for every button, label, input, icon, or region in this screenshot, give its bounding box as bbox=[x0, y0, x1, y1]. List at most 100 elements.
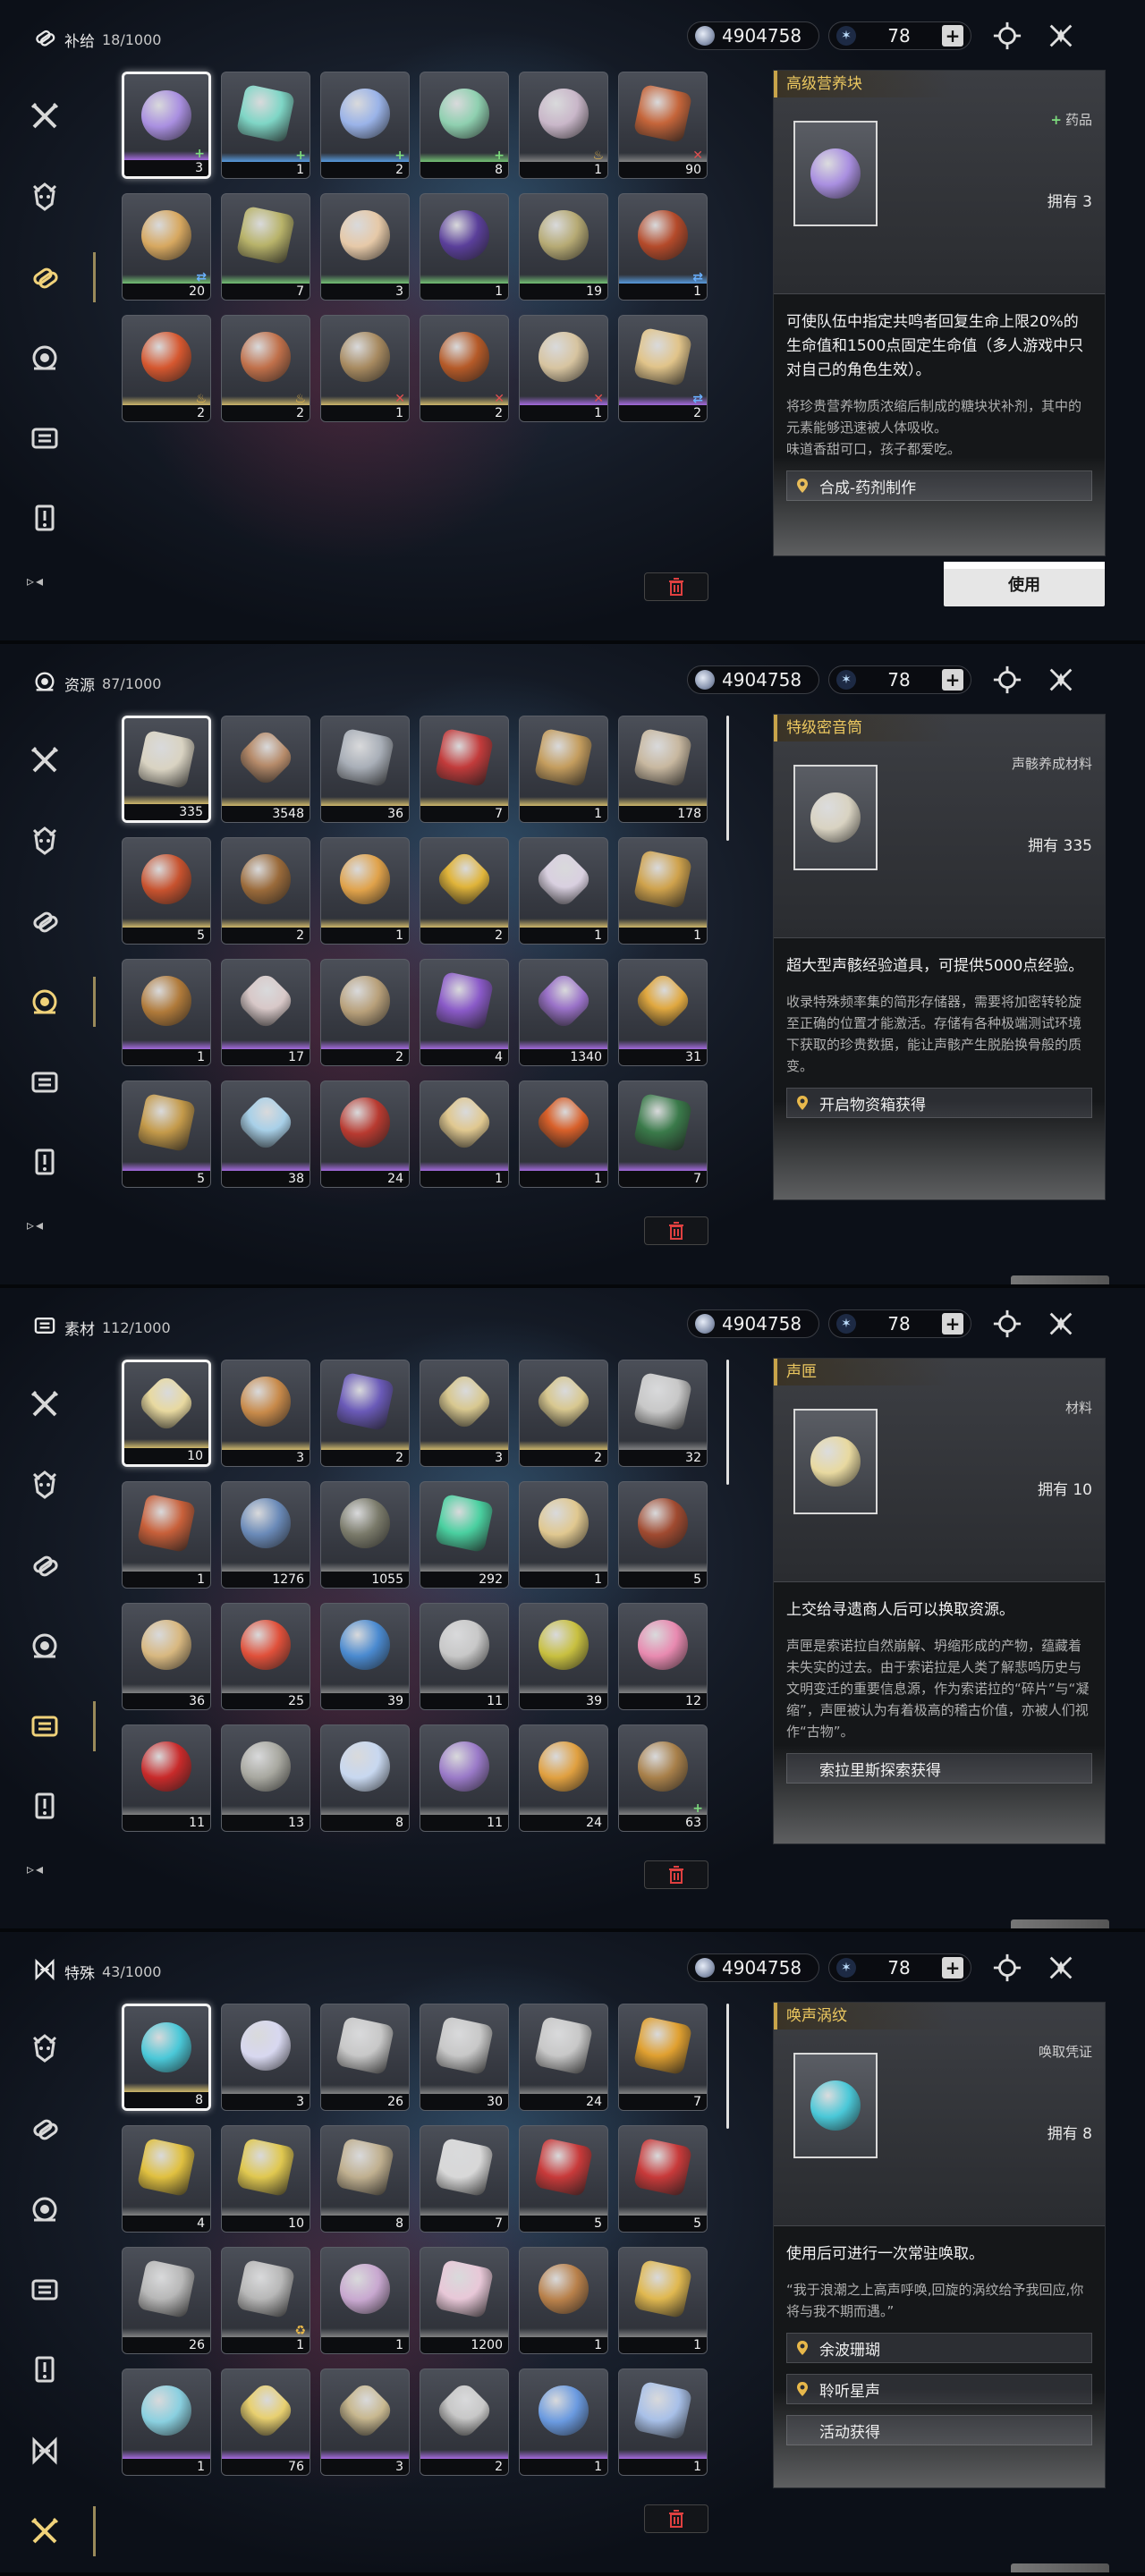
quest-item-nav-icon[interactable] bbox=[25, 1787, 64, 1826]
inventory-item-slot[interactable]: 7 bbox=[221, 193, 310, 301]
inventory-item-slot[interactable]: ♨ 2 bbox=[221, 315, 310, 422]
inventory-item-slot[interactable]: 3 bbox=[420, 1360, 509, 1467]
inventory-item-slot[interactable]: 25 bbox=[221, 1603, 310, 1710]
inventory-item-slot[interactable]: 11 bbox=[420, 1603, 509, 1710]
inventory-item-slot[interactable]: 5 bbox=[122, 837, 211, 945]
inventory-item-slot[interactable]: 32 bbox=[618, 1360, 708, 1467]
inventory-item-slot[interactable]: 2 bbox=[420, 837, 509, 945]
supply-nav-icon[interactable] bbox=[25, 902, 64, 941]
inventory-item-slot[interactable]: 1 bbox=[420, 1080, 509, 1188]
source-entry[interactable]: 开启物资箱获得 bbox=[786, 1088, 1092, 1118]
inventory-item-slot[interactable]: ✕ 90 bbox=[618, 72, 708, 179]
inventory-item-slot[interactable]: +1 bbox=[221, 72, 310, 179]
grid-scrollbar[interactable] bbox=[726, 716, 729, 841]
inventory-item-slot[interactable]: 1 bbox=[618, 837, 708, 945]
echo-nav-icon[interactable] bbox=[25, 177, 64, 216]
material-nav-icon[interactable] bbox=[25, 419, 64, 458]
inventory-item-slot[interactable]: 1 bbox=[618, 2368, 708, 2476]
inventory-item-slot[interactable]: 1 bbox=[519, 2368, 608, 2476]
echo-nav-icon[interactable] bbox=[25, 2029, 64, 2068]
inventory-item-slot[interactable]: ✕ 1 bbox=[320, 315, 410, 422]
inventory-item-slot[interactable]: +63 bbox=[618, 1724, 708, 1832]
source-entry[interactable]: 余波珊瑚 bbox=[786, 2333, 1092, 2363]
inventory-item-slot[interactable]: 19 bbox=[519, 193, 608, 301]
quest-item-nav-icon[interactable] bbox=[25, 499, 64, 538]
inventory-item-slot[interactable]: 1 bbox=[122, 959, 211, 1066]
supply-nav-icon[interactable] bbox=[25, 2109, 64, 2148]
inventory-item-slot[interactable]: 335 bbox=[122, 716, 211, 823]
inventory-item-slot[interactable]: 24 bbox=[519, 2004, 608, 2111]
quest-item-nav-icon[interactable] bbox=[25, 2351, 64, 2390]
inventory-item-slot[interactable]: 8 bbox=[320, 2125, 410, 2233]
inventory-item-slot[interactable]: +3 bbox=[122, 72, 211, 179]
supply-nav-icon[interactable] bbox=[25, 1546, 64, 1585]
weapon-nav-icon[interactable] bbox=[25, 1385, 64, 1424]
weapon-nav-icon[interactable] bbox=[25, 741, 64, 780]
material-nav-icon[interactable] bbox=[25, 1701, 96, 1751]
settings-gear-icon[interactable] bbox=[989, 18, 1025, 54]
inventory-item-slot[interactable]: 11 bbox=[122, 1724, 211, 1832]
close-icon[interactable] bbox=[1043, 1950, 1079, 1986]
inventory-item-slot[interactable]: 1 bbox=[420, 193, 509, 301]
inventory-item-slot[interactable]: 26 bbox=[122, 2247, 211, 2354]
inventory-item-slot[interactable]: 4 bbox=[420, 959, 509, 1066]
inventory-item-slot[interactable]: 1 bbox=[320, 837, 410, 945]
close-icon[interactable] bbox=[1043, 18, 1079, 54]
inventory-item-slot[interactable]: 39 bbox=[519, 1603, 608, 1710]
inventory-item-slot[interactable]: 10 bbox=[122, 1360, 211, 1467]
discard-button[interactable] bbox=[644, 1860, 708, 1889]
inventory-item-slot[interactable]: 3 bbox=[320, 193, 410, 301]
special-nav-icon[interactable] bbox=[25, 2431, 64, 2470]
inventory-item-slot[interactable]: 5 bbox=[519, 2125, 608, 2233]
grid-scrollbar[interactable] bbox=[726, 1360, 729, 1485]
inventory-item-slot[interactable]: 2 bbox=[420, 2368, 509, 2476]
source-entry[interactable]: 活动获得 bbox=[786, 2415, 1092, 2445]
inventory-item-slot[interactable]: ♨ 1 bbox=[519, 72, 608, 179]
inventory-item-slot[interactable]: 1200 bbox=[420, 2247, 509, 2354]
inventory-item-slot[interactable]: 5 bbox=[618, 1481, 708, 1589]
inventory-item-slot[interactable]: 24 bbox=[519, 1724, 608, 1832]
inventory-item-slot[interactable]: 7 bbox=[420, 2125, 509, 2233]
add-astrite-button[interactable]: + bbox=[941, 1313, 963, 1335]
inventory-item-slot[interactable]: 36 bbox=[122, 1603, 211, 1710]
inventory-item-slot[interactable]: 3 bbox=[221, 1360, 310, 1467]
inventory-item-slot[interactable]: 3 bbox=[221, 2004, 310, 2111]
inventory-item-slot[interactable]: 1 bbox=[122, 1481, 211, 1589]
inventory-item-slot[interactable]: 1 bbox=[519, 837, 608, 945]
grid-scrollbar[interactable] bbox=[726, 2004, 729, 2129]
inventory-item-slot[interactable]: 8 bbox=[122, 2004, 211, 2111]
inventory-item-slot[interactable]: 1 bbox=[519, 716, 608, 823]
material-nav-icon[interactable] bbox=[25, 2270, 64, 2309]
use-button[interactable]: 使用 bbox=[944, 562, 1105, 606]
inventory-item-slot[interactable]: 1 bbox=[320, 2247, 410, 2354]
inventory-item-slot[interactable]: 1340 bbox=[519, 959, 608, 1066]
inventory-item-slot[interactable]: 3548 bbox=[221, 716, 310, 823]
inventory-item-slot[interactable]: ✕ 1 bbox=[519, 315, 608, 422]
inventory-item-slot[interactable]: 1 bbox=[618, 2247, 708, 2354]
inventory-item-slot[interactable]: 11 bbox=[420, 1724, 509, 1832]
collapse-sidebar-button[interactable]: ▹◂ bbox=[27, 572, 45, 589]
inventory-item-slot[interactable]: ⇄ 20 bbox=[122, 193, 211, 301]
inventory-item-slot[interactable]: 36 bbox=[320, 716, 410, 823]
echo-nav-icon[interactable] bbox=[25, 1465, 64, 1504]
add-astrite-button[interactable]: + bbox=[941, 669, 963, 691]
source-entry[interactable]: 合成-药剂制作 bbox=[786, 470, 1092, 501]
inventory-item-slot[interactable]: 1 bbox=[519, 1481, 608, 1589]
quest-item-nav-icon[interactable] bbox=[25, 1143, 64, 1182]
resource-nav-icon[interactable] bbox=[25, 2190, 64, 2229]
inventory-item-slot[interactable]: 292 bbox=[420, 1481, 509, 1589]
inventory-item-slot[interactable]: ✕ 2 bbox=[420, 315, 509, 422]
inventory-item-slot[interactable]: 2 bbox=[519, 1360, 608, 1467]
inventory-item-slot[interactable]: 7 bbox=[618, 2004, 708, 2111]
inventory-item-slot[interactable]: 13 bbox=[221, 1724, 310, 1832]
inventory-item-slot[interactable]: 2 bbox=[320, 1360, 410, 1467]
inventory-item-slot[interactable]: 26 bbox=[320, 2004, 410, 2111]
add-astrite-button[interactable]: + bbox=[941, 1957, 963, 1979]
inventory-item-slot[interactable]: ⇄ 2 bbox=[618, 315, 708, 422]
inventory-item-slot[interactable]: 10 bbox=[221, 2125, 310, 2233]
inventory-item-slot[interactable]: 5 bbox=[618, 2125, 708, 2233]
inventory-item-slot[interactable]: ♨ 2 bbox=[122, 315, 211, 422]
inventory-item-slot[interactable]: ♻ 1 bbox=[221, 2247, 310, 2354]
inventory-item-slot[interactable]: 30 bbox=[420, 2004, 509, 2111]
inventory-item-slot[interactable]: 31 bbox=[618, 959, 708, 1066]
